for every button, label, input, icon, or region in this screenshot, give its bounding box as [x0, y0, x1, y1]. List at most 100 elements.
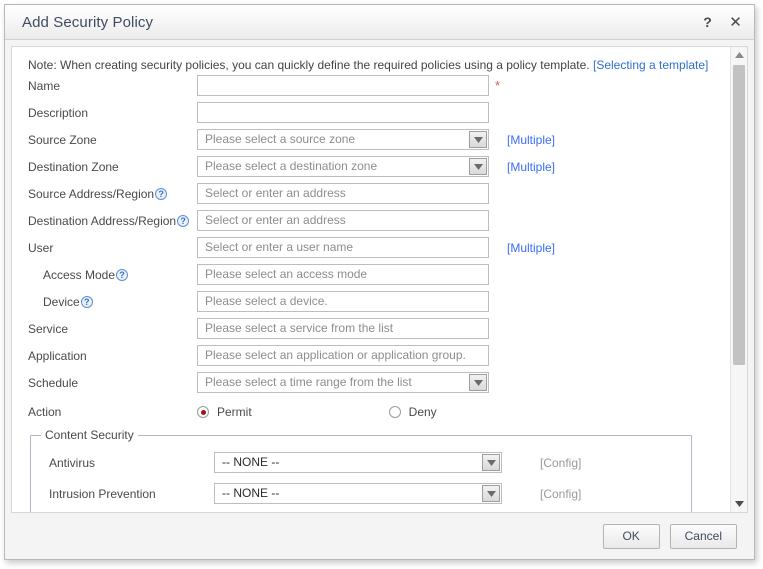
note-text: Note: When creating security policies, y… — [12, 47, 729, 72]
field-label: Description — [12, 106, 197, 120]
select-field[interactable]: Please select a time range from the list — [197, 372, 489, 393]
form-row: Name * — [12, 72, 729, 99]
text-field[interactable]: Please select a service from the list — [197, 318, 489, 339]
field-label: Destination Address/Region? — [12, 214, 197, 228]
field-label-text: Access Mode — [43, 268, 115, 282]
radio-permit-dot — [197, 406, 209, 418]
multiple-link[interactable]: [Multiple] — [507, 160, 555, 174]
action-label: Action — [12, 405, 197, 419]
field-label: Service — [12, 322, 197, 336]
radio-deny[interactable]: Deny — [389, 405, 437, 419]
text-field[interactable] — [197, 75, 489, 96]
form-row: Destination Address/Region? Select or ent… — [12, 207, 729, 234]
field-label-text: Destination Address/Region — [28, 214, 176, 228]
text-field[interactable] — [197, 102, 489, 123]
form-row: Source Zone Please select a source zone [M… — [12, 126, 729, 153]
dialog-body: Note: When creating security policies, y… — [11, 46, 748, 513]
form-scroll-content: Note: When creating security policies, y… — [12, 47, 729, 512]
text-field[interactable]: Please select an application or applicat… — [197, 345, 489, 366]
action-radio-group: Permit Deny — [197, 402, 437, 423]
field-label: Device? — [12, 295, 197, 309]
content-security-group: Content Security Antivirus-- NONE --[Con… — [30, 435, 692, 512]
config-link[interactable]: [Config] — [540, 487, 581, 501]
content-security-rows: Antivirus-- NONE --[Config]Intrusion Pre… — [31, 447, 691, 509]
field-label: User — [12, 241, 197, 255]
required-asterisk: * — [495, 79, 500, 92]
form-row: Access Mode? Please select an access mode — [12, 261, 729, 288]
help-question-icon[interactable]: ? — [81, 296, 93, 308]
text-field[interactable]: Select or enter an address — [197, 210, 489, 231]
content-security-row: Antivirus-- NONE --[Config] — [31, 447, 691, 478]
radio-permit-label: Permit — [217, 405, 252, 419]
select-field[interactable]: Please select a destination zone — [197, 156, 489, 177]
text-field[interactable]: Please select a device. — [197, 291, 489, 312]
vertical-scrollbar[interactable] — [730, 47, 747, 512]
field-label: Application — [12, 349, 197, 363]
field-value: Select or enter an address — [205, 186, 346, 200]
content-security-select[interactable]: -- NONE -- — [214, 452, 502, 473]
field-value: -- NONE -- — [222, 455, 279, 469]
help-question-icon[interactable]: ? — [116, 269, 128, 281]
scroll-up-arrow-icon[interactable] — [731, 47, 747, 63]
field-label: Destination Zone — [12, 160, 197, 174]
dialog-footer: OK Cancel — [5, 513, 754, 559]
field-label: Source Address/Region? — [12, 187, 197, 201]
chevron-down-icon[interactable] — [469, 158, 487, 175]
field-value: Please select an application or applicat… — [205, 348, 466, 362]
field-label: Name — [12, 79, 197, 93]
form-row: User Select or enter a user name [Multiple… — [12, 234, 729, 261]
field-value: Select or enter an address — [205, 213, 346, 227]
radio-permit[interactable]: Permit — [197, 405, 252, 419]
chevron-down-icon[interactable] — [482, 485, 500, 502]
form-row: Application Please select an application … — [12, 342, 729, 369]
row-action: Action Permit Deny — [12, 398, 729, 426]
field-value: Please select an access mode — [205, 267, 367, 281]
field-label-text: Destination Zone — [28, 160, 119, 174]
radio-deny-label: Deny — [409, 405, 437, 419]
field-label: Schedule — [12, 376, 197, 390]
dialog-titlebar: Add Security Policy ? ✕ — [5, 5, 754, 40]
field-label-text: Source Zone — [28, 133, 97, 147]
content-security-legend: Content Security — [41, 428, 138, 442]
field-label-text: User — [28, 241, 53, 255]
help-question-icon[interactable]: ? — [177, 215, 189, 227]
field-label-text: Service — [28, 322, 68, 336]
chevron-down-icon[interactable] — [469, 131, 487, 148]
config-link[interactable]: [Config] — [540, 456, 581, 470]
form-rows: Name * Description Source Zone Please select… — [12, 72, 729, 396]
content-security-select[interactable]: -- NONE -- — [214, 483, 502, 504]
text-field[interactable]: Select or enter an address — [197, 183, 489, 204]
field-value: Select or enter a user name — [205, 240, 353, 254]
field-label: Source Zone — [12, 133, 197, 147]
multiple-link[interactable]: [Multiple] — [507, 241, 555, 255]
text-field[interactable]: Please select an access mode — [197, 264, 489, 285]
radio-deny-dot — [389, 406, 401, 418]
chevron-down-icon[interactable] — [482, 454, 500, 471]
field-label-text: Schedule — [28, 376, 78, 390]
help-icon[interactable]: ? — [699, 13, 716, 31]
field-value: Please select a time range from the list — [205, 375, 412, 389]
content-security-label: Intrusion Prevention — [31, 487, 214, 501]
multiple-link[interactable]: [Multiple] — [507, 133, 555, 147]
scroll-down-arrow-icon[interactable] — [731, 496, 747, 512]
cancel-button[interactable]: Cancel — [670, 524, 737, 549]
field-label-text: Description — [28, 106, 88, 120]
chevron-down-icon[interactable] — [469, 374, 487, 391]
field-value: Please select a destination zone — [205, 159, 377, 173]
close-icon[interactable]: ✕ — [727, 13, 744, 31]
select-field[interactable]: Please select a source zone — [197, 129, 489, 150]
field-label-text: Device — [43, 295, 80, 309]
help-question-icon[interactable]: ? — [155, 188, 167, 200]
field-value: Please select a service from the list — [205, 321, 393, 335]
field-value: Please select a source zone — [205, 132, 355, 146]
form-row: Description — [12, 99, 729, 126]
ok-button[interactable]: OK — [603, 524, 660, 549]
field-label: Access Mode? — [12, 268, 197, 282]
text-field[interactable]: Select or enter a user name — [197, 237, 489, 258]
field-label-text: Application — [28, 349, 87, 363]
field-value: Please select a device. — [205, 294, 328, 308]
selecting-a-template-link[interactable]: [Selecting a template] — [593, 58, 708, 72]
scrollbar-thumb[interactable] — [733, 65, 745, 365]
form-row: Source Address/Region? Select or enter an… — [12, 180, 729, 207]
add-security-policy-dialog: Add Security Policy ? ✕ Note: When creat… — [4, 4, 755, 560]
